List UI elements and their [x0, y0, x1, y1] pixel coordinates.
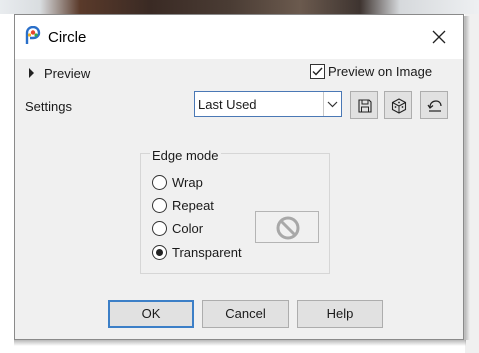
- circle-dialog: Circle Preview Preview on Image Settings…: [14, 14, 464, 340]
- reset-icon: [427, 100, 442, 112]
- radio-wrap-label: Wrap: [172, 175, 203, 190]
- help-button[interactable]: Help: [297, 300, 383, 328]
- reset-button[interactable]: [420, 91, 448, 119]
- checkmark-icon: [312, 67, 323, 76]
- paintshop-pro-icon: [25, 26, 41, 44]
- background-app-strip: [0, 0, 479, 14]
- save-preset-icon: [358, 99, 372, 113]
- randomize-icon: [391, 98, 407, 114]
- edge-mode-title: Edge mode: [150, 148, 221, 163]
- radio-color[interactable]: Color: [152, 221, 203, 236]
- preview-on-image-checkbox[interactable]: [310, 64, 325, 79]
- cancel-button[interactable]: Cancel: [202, 300, 289, 328]
- no-color-icon: [276, 216, 300, 240]
- edge-color-swatch[interactable]: [255, 211, 319, 243]
- preview-on-image-toggle[interactable]: Preview on Image: [310, 64, 432, 79]
- radio-selected-dot: [156, 249, 163, 256]
- title-bar: Circle: [15, 15, 463, 59]
- preset-dropdown[interactable]: Last Used: [194, 91, 342, 117]
- ok-button[interactable]: OK: [108, 300, 194, 328]
- radio-repeat-circle[interactable]: [152, 198, 167, 213]
- radio-wrap-circle[interactable]: [152, 175, 167, 190]
- preview-label: Preview: [44, 65, 91, 81]
- preview-expander[interactable]: Preview: [29, 64, 90, 82]
- preset-value: Last Used: [198, 97, 257, 112]
- radio-color-label: Color: [172, 221, 204, 236]
- close-icon[interactable]: [429, 27, 449, 47]
- radio-transparent-label: Transparent: [172, 245, 242, 260]
- randomize-button[interactable]: [384, 91, 412, 119]
- dialog-shadow: [464, 16, 470, 340]
- expand-arrow-icon: [29, 68, 34, 78]
- dialog-shadow: [14, 340, 466, 346]
- radio-wrap[interactable]: Wrap: [152, 175, 203, 190]
- chevron-down-icon[interactable]: [323, 92, 341, 116]
- save-preset-button[interactable]: [350, 91, 378, 119]
- radio-repeat-label: Repeat: [172, 198, 214, 213]
- radio-transparent[interactable]: Transparent: [152, 245, 242, 260]
- window-title: Circle: [48, 29, 87, 46]
- settings-label: Settings: [25, 99, 72, 114]
- radio-transparent-circle[interactable]: [152, 245, 167, 260]
- radio-color-circle[interactable]: [152, 221, 167, 236]
- preview-on-image-label: Preview on Image: [328, 64, 433, 79]
- radio-repeat[interactable]: Repeat: [152, 198, 214, 213]
